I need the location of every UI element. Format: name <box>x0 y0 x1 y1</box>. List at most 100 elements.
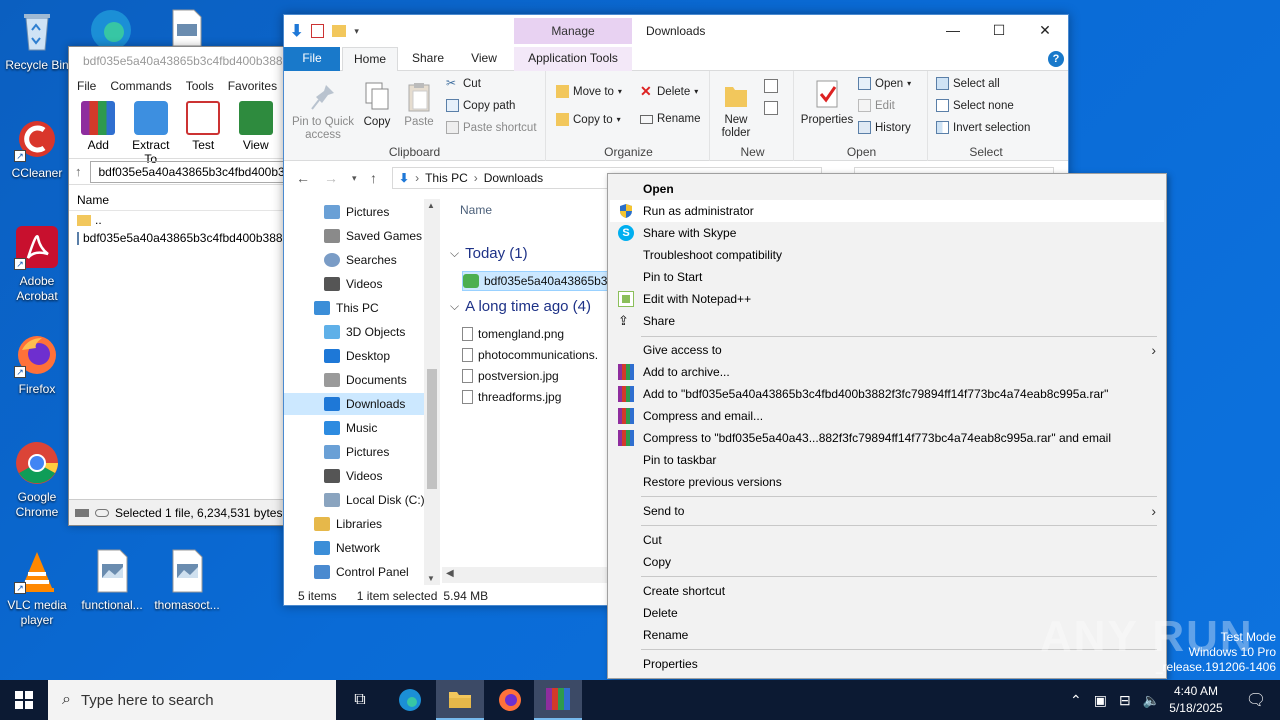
menu-item-compress-to-rar-email[interactable]: Compress to "bdf035e5a40a43...882f3fc798… <box>610 427 1164 449</box>
menu-item-restore-versions[interactable]: Restore previous versions <box>610 471 1164 493</box>
menu-item-compress-email[interactable]: Compress and email... <box>610 405 1164 427</box>
nav-item-saved-games[interactable]: Saved Games <box>284 225 424 247</box>
menu-item-run-as-admin[interactable]: Run as administrator <box>610 200 1164 222</box>
taskbar-search-field[interactable]: ⌕ Type here to search <box>48 680 336 720</box>
nav-item-music[interactable]: Music <box>284 417 424 439</box>
tab-application-tools[interactable]: Application Tools <box>514 47 632 71</box>
notification-button[interactable]: 🗨 <box>1232 680 1280 720</box>
network-icon[interactable]: ⊟ <box>1119 692 1131 709</box>
nav-item-documents[interactable]: Documents <box>284 369 424 391</box>
column-header-name[interactable]: Name <box>460 203 492 217</box>
menu-item-cut[interactable]: Cut <box>610 529 1164 551</box>
breadcrumb-downloads[interactable]: Downloads <box>484 171 543 185</box>
file-row[interactable]: photocommunications. <box>462 345 598 365</box>
close-button[interactable]: ✕ <box>1022 15 1068 45</box>
task-view-button[interactable]: ⧉ <box>336 680 384 720</box>
taskbar-clock[interactable]: 4:40 AM 5/18/2025 <box>1160 683 1232 717</box>
paste-shortcut-button[interactable]: Paste shortcut <box>446 121 537 134</box>
back-arrow-icon[interactable]: ← <box>296 170 310 186</box>
menu-item-give-access[interactable]: Give access to › <box>610 339 1164 361</box>
pin-quick-access-button[interactable]: Pin to Quick access <box>288 81 358 142</box>
nav-item-this-pc[interactable]: This PC <box>284 297 424 319</box>
menu-item-open[interactable]: Open <box>610 178 1164 200</box>
properties-check-icon[interactable] <box>311 24 325 38</box>
winrar-window[interactable]: bdf035e5a40a43865b3c4fbd400b3882 File Co… <box>68 46 286 526</box>
nav-item-libraries[interactable]: Libraries <box>284 513 424 535</box>
menu-item-edit-notepad[interactable]: Edit with Notepad++ <box>610 288 1164 310</box>
select-all-button[interactable]: Select all <box>936 77 1000 90</box>
paste-button[interactable]: Paste <box>402 81 436 129</box>
up-arrow-icon[interactable]: ↑ <box>370 170 377 186</box>
file-row[interactable]: postversion.jpg <box>462 366 559 386</box>
menu-item-share[interactable]: ⇪ Share <box>610 310 1164 332</box>
nav-item-3d-objects[interactable]: 3D Objects <box>284 321 424 343</box>
explorer-titlebar[interactable]: ⬇ ▾ Manage Downloads — ☐ ✕ <box>284 15 1068 47</box>
nav-item-downloads[interactable]: Downloads <box>284 393 424 415</box>
menu-item-pin-taskbar[interactable]: Pin to taskbar <box>610 449 1164 471</box>
taskbar-firefox[interactable] <box>486 680 534 720</box>
winrar-menu-tools[interactable]: Tools <box>186 79 214 93</box>
open-button[interactable]: Open ▾ <box>858 77 911 90</box>
easy-access-icon[interactable] <box>764 101 778 115</box>
tab-file[interactable]: File <box>284 47 340 71</box>
move-to-button[interactable]: Move to ▾ <box>556 85 622 98</box>
desktop-icon-google-chrome[interactable]: Google Chrome <box>0 440 74 520</box>
taskbar-winrar[interactable] <box>534 680 582 720</box>
winrar-menu-commands[interactable]: Commands <box>110 79 171 93</box>
winrar-row-parent[interactable]: .. <box>69 211 285 229</box>
menu-item-copy[interactable]: Copy <box>610 551 1164 573</box>
desktop-icon-file-functional[interactable]: functional... <box>75 548 149 613</box>
cut-button[interactable]: ✂ Cut <box>446 77 481 90</box>
breadcrumb-this-pc[interactable]: This PC <box>425 171 468 185</box>
navigation-scrollbar[interactable]: ▲ ▼ <box>424 199 440 585</box>
download-arrow-icon[interactable]: ⬇ <box>290 21 303 41</box>
scroll-left-icon[interactable]: ◀ <box>446 568 454 579</box>
file-row-selected[interactable]: bdf035e5a40a43865b3c4 <box>462 271 630 291</box>
select-none-button[interactable]: Select none <box>936 99 1014 112</box>
nav-item-pictures-2[interactable]: Pictures <box>284 441 424 463</box>
tab-share[interactable]: Share <box>404 47 452 71</box>
menu-item-troubleshoot[interactable]: Troubleshoot compatibility <box>610 244 1164 266</box>
nav-item-control-panel[interactable]: Control Panel <box>284 561 424 583</box>
desktop-icon-vlc[interactable]: ↗ VLC media player <box>0 548 74 628</box>
winrar-row-file[interactable]: bdf035e5a40a43865b3c4fbd400b3882f3fc7989… <box>69 229 285 247</box>
nav-item-pictures[interactable]: Pictures <box>284 201 424 223</box>
winrar-extract-button[interactable]: Extract To <box>128 101 175 166</box>
edit-button[interactable]: Edit <box>858 99 895 112</box>
menu-item-add-to-rar[interactable]: Add to "bdf035e5a40a43865b3c4fbd400b3882… <box>610 383 1164 405</box>
winrar-titlebar[interactable]: bdf035e5a40a43865b3c4fbd400b3882 <box>69 47 285 75</box>
tab-home[interactable]: Home <box>342 47 398 72</box>
scrollbar-thumb[interactable] <box>427 369 437 489</box>
menu-item-share-skype[interactable]: S Share with Skype <box>610 222 1164 244</box>
new-folder-icon[interactable] <box>332 25 347 37</box>
nav-item-videos[interactable]: Videos <box>284 273 424 295</box>
invert-selection-button[interactable]: Invert selection <box>936 121 1030 134</box>
recent-dropdown-icon[interactable]: ▾ <box>352 173 357 184</box>
desktop-icon-file-thomasoct[interactable]: thomasoct... <box>150 548 224 613</box>
start-button[interactable] <box>0 680 48 720</box>
desktop-icon-firefox[interactable]: ↗ Firefox <box>0 332 74 397</box>
copy-button[interactable]: Copy <box>360 81 394 129</box>
nav-item-network[interactable]: Network <box>284 537 424 559</box>
winrar-test-button[interactable]: Test <box>180 101 227 154</box>
desktop-icon-adobe-acrobat[interactable]: ↗ Adobe Acrobat <box>0 224 74 304</box>
desktop-icon-edge-partial[interactable] <box>88 6 134 50</box>
menu-item-pin-start[interactable]: Pin to Start <box>610 266 1164 288</box>
desktop-icon-file-partial[interactable] <box>170 8 206 47</box>
maximize-button[interactable]: ☐ <box>976 15 1022 45</box>
nav-item-local-disk[interactable]: Local Disk (C:) <box>284 489 425 511</box>
minimize-button[interactable]: — <box>930 15 976 45</box>
winrar-path-field[interactable]: bdf035e5a40a43865b3c4fbd400b3882f3fc <box>89 160 285 183</box>
desktop-icon-recycle-bin[interactable]: Recycle Bin <box>0 8 74 73</box>
chevron-up-icon[interactable]: ⌃ <box>1070 692 1082 709</box>
new-folder-button[interactable]: New folder <box>716 79 756 140</box>
file-row[interactable]: threadforms.jpg <box>462 387 561 407</box>
tab-view[interactable]: View <box>458 47 510 71</box>
copy-path-button[interactable]: Copy path <box>446 99 515 112</box>
menu-item-create-shortcut[interactable]: Create shortcut <box>610 580 1164 602</box>
qat-dropdown-icon[interactable]: ▾ <box>354 26 359 37</box>
new-item-icon[interactable] <box>764 79 778 93</box>
scroll-up-icon[interactable]: ▲ <box>427 201 435 210</box>
group-header-today[interactable]: ⌵ Today (1) <box>450 245 528 262</box>
help-icon[interactable]: ? <box>1048 51 1064 67</box>
